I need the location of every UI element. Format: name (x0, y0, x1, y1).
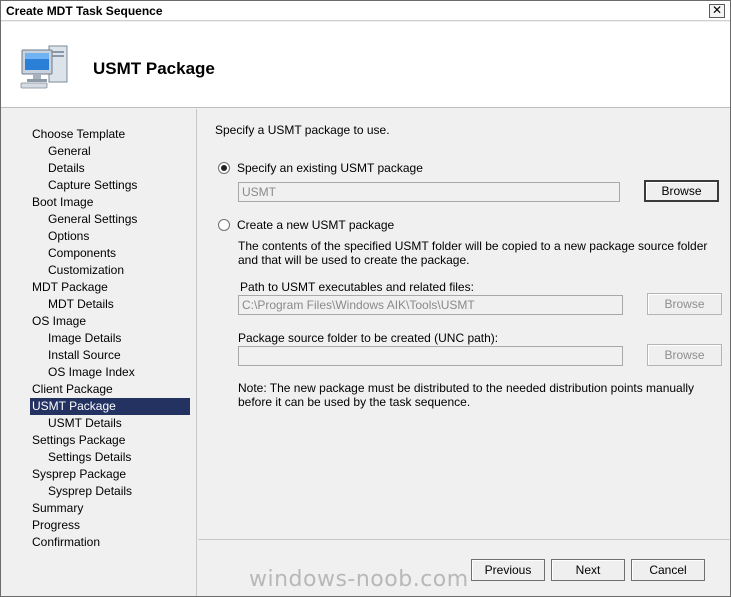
path-label: Path to USMT executables and related fil… (240, 280, 474, 294)
new-package-label: Create a new USMT package (237, 218, 395, 232)
sidebar-item-progress[interactable]: Progress (31, 517, 190, 534)
sidebar-item-general-settings[interactable]: General Settings (47, 211, 190, 228)
watermark-text: windows-noob.com (249, 567, 469, 592)
new-package-radio[interactable] (218, 219, 230, 231)
browse-source-button[interactable]: Browse (647, 344, 722, 366)
sidebar-item-choose-template[interactable]: Choose Template (31, 126, 190, 143)
sidebar-item-details[interactable]: Details (47, 160, 190, 177)
main-content: Specify a USMT package to use. Specify a… (198, 109, 730, 539)
wizard-header: USMT Package (1, 22, 730, 108)
computer-icon (20, 45, 68, 89)
sidebar-item-summary[interactable]: Summary (31, 500, 190, 517)
existing-package-label: Specify an existing USMT package (237, 161, 423, 175)
source-folder-label: Package source folder to be created (UNC… (238, 331, 499, 345)
sidebar-item-client-package[interactable]: Client Package (31, 381, 190, 398)
sidebar-item-sysprep-details[interactable]: Sysprep Details (47, 483, 190, 500)
sidebar-item-boot-image[interactable]: Boot Image (31, 194, 190, 211)
sidebar-item-settings-details[interactable]: Settings Details (47, 449, 190, 466)
wizard-steps-sidebar: Choose Template General Details Capture Set… (1, 109, 197, 596)
sidebar-item-usmt-package[interactable]: USMT Package (30, 398, 190, 415)
sidebar-item-mdt-details[interactable]: MDT Details (47, 296, 190, 313)
source-folder-field[interactable] (238, 346, 623, 366)
close-button[interactable]: ✕ (709, 4, 725, 18)
page-title: USMT Package (93, 59, 215, 78)
previous-button[interactable]: Previous (471, 559, 545, 581)
browse-existing-button[interactable]: Browse (644, 180, 719, 202)
sidebar-item-sysprep-package[interactable]: Sysprep Package (31, 466, 190, 483)
title-bar: Create MDT Task Sequence ✕ (1, 1, 730, 21)
usmt-path-field[interactable]: C:\Program Files\Windows AIK\Tools\USMT (238, 295, 623, 315)
sidebar-item-customization[interactable]: Customization (47, 262, 190, 279)
sidebar-item-confirmation[interactable]: Confirmation (31, 534, 190, 551)
sidebar-item-options[interactable]: Options (47, 228, 190, 245)
sidebar-item-os-image-index[interactable]: OS Image Index (47, 364, 190, 381)
sidebar-item-components[interactable]: Components (47, 245, 190, 262)
distribution-note: Note: The new package must be distribute… (238, 381, 695, 409)
sidebar-item-settings-package[interactable]: Settings Package (31, 432, 190, 449)
sidebar-item-usmt-details[interactable]: USMT Details (47, 415, 190, 432)
window-title: Create MDT Task Sequence (6, 4, 163, 18)
new-package-description: The contents of the specified USMT folde… (238, 239, 708, 267)
instruction-text: Specify a USMT package to use. (215, 123, 390, 137)
sidebar-item-mdt-package[interactable]: MDT Package (31, 279, 190, 296)
footer-divider (198, 539, 730, 540)
existing-package-field[interactable]: USMT (238, 182, 620, 202)
sidebar-item-capture-settings[interactable]: Capture Settings (47, 177, 190, 194)
sidebar-item-install-source[interactable]: Install Source (47, 347, 190, 364)
browse-path-button[interactable]: Browse (647, 293, 722, 315)
wizard-window: Create MDT Task Sequence ✕ USMT Package … (0, 0, 731, 597)
sidebar-item-image-details[interactable]: Image Details (47, 330, 190, 347)
existing-package-radio[interactable] (218, 162, 230, 174)
sidebar-item-general[interactable]: General (47, 143, 190, 160)
sidebar-item-os-image[interactable]: OS Image (31, 313, 190, 330)
cancel-button[interactable]: Cancel (631, 559, 705, 581)
next-button[interactable]: Next (551, 559, 625, 581)
